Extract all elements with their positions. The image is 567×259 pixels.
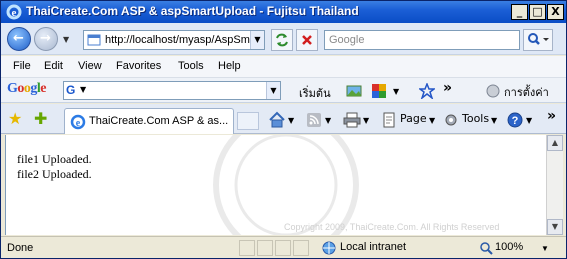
- google-search-input[interactable]: G ▼ ▼: [63, 81, 281, 100]
- zoom-icon: [480, 242, 493, 255]
- watermark-seal: [213, 135, 359, 235]
- favorites-star-icon[interactable]: ★: [8, 111, 22, 127]
- menu-help[interactable]: Help: [218, 60, 241, 72]
- google-apps-icon[interactable]: [371, 83, 387, 99]
- title-bar: e ThaiCreate.Com ASP & aspSmartUpload - …: [1, 1, 566, 23]
- feeds-dropdown-icon[interactable]: ▼: [325, 116, 331, 125]
- google-g-icon: G: [66, 83, 76, 97]
- google-apps-dropdown-icon[interactable]: ▼: [393, 87, 399, 96]
- print-dropdown-icon[interactable]: ▼: [363, 116, 369, 125]
- status-panel-2: [257, 240, 273, 256]
- url-text[interactable]: http://localhost/myasp/AspSm: [105, 34, 255, 46]
- image-search-icon[interactable]: [346, 83, 362, 99]
- svg-text:e: e: [12, 7, 17, 19]
- refresh-button[interactable]: [271, 29, 293, 51]
- tab-page-icon: e: [70, 114, 86, 130]
- ie-icon: e: [6, 4, 22, 20]
- tab-current[interactable]: e ThaiCreate.Com ASP & as...: [64, 108, 234, 134]
- menu-bar: File Edit View Favorites Tools Help: [1, 56, 566, 78]
- address-dropdown-icon[interactable]: ▼: [250, 31, 264, 49]
- vertical-scrollbar[interactable]: ▲ ▼: [546, 135, 563, 235]
- page-menu-icon: [383, 112, 395, 128]
- stop-button[interactable]: [296, 29, 318, 51]
- google-logo: Google: [7, 81, 46, 96]
- status-bar: Done Local intranet 100% ▼: [1, 236, 566, 258]
- maximize-button[interactable]: □: [529, 4, 546, 20]
- page-menu-button[interactable]: Page: [400, 112, 427, 125]
- upload-messages: file1 Uploaded. file2 Uploaded.: [17, 152, 92, 182]
- intranet-zone-icon: [322, 241, 336, 255]
- security-zone[interactable]: Local intranet: [340, 241, 406, 253]
- navigation-bar: ← → ▼ http://localhost/myasp/AspSm ▼ Goo…: [1, 23, 566, 55]
- search-input[interactable]: Google: [324, 30, 520, 50]
- settings-circle-icon: [486, 84, 500, 98]
- status-panel-4: [293, 240, 309, 256]
- menu-tools[interactable]: Tools: [178, 60, 204, 72]
- refresh-icon: [276, 33, 288, 47]
- google-more-button[interactable]: »: [443, 80, 452, 96]
- command-bar: ★ ✚ e ThaiCreate.Com ASP & as... ▼ ▼ ▼ P…: [1, 104, 566, 134]
- scroll-up-icon[interactable]: ▲: [547, 135, 563, 151]
- help-icon[interactable]: ?: [506, 111, 524, 129]
- zoom-dropdown-icon[interactable]: ▼: [541, 244, 549, 253]
- upload-line-2: file2 Uploaded.: [17, 167, 92, 181]
- minimize-button[interactable]: _: [511, 4, 528, 20]
- svg-text:e: e: [76, 118, 81, 129]
- google-search-button[interactable]: เริ่มต้น: [299, 84, 331, 102]
- scroll-down-icon[interactable]: ▼: [547, 219, 563, 235]
- back-arrow-icon: ←: [13, 31, 24, 46]
- menu-view[interactable]: View: [78, 60, 102, 72]
- close-button[interactable]: X: [547, 4, 564, 20]
- tools-gear-icon: [445, 114, 457, 126]
- search-placeholder: Google: [329, 34, 365, 46]
- home-dropdown-icon[interactable]: ▼: [288, 116, 294, 125]
- upload-line-1: file1 Uploaded.: [17, 152, 92, 166]
- window-title: ThaiCreate.Com ASP & aspSmartUpload - Fu…: [26, 4, 359, 18]
- copyright-watermark: Copyright 2009, ThaiCreate.Com. All Righ…: [284, 222, 500, 232]
- help-dropdown-icon[interactable]: ▼: [526, 116, 532, 125]
- status-panel-1: [239, 240, 255, 256]
- status-text: Done: [7, 242, 34, 254]
- svg-text:?: ?: [512, 115, 519, 127]
- history-dropdown-icon[interactable]: ▼: [63, 35, 69, 44]
- menu-file[interactable]: File: [13, 60, 31, 72]
- bookmark-star-icon[interactable]: [419, 83, 435, 99]
- command-more-button[interactable]: »: [547, 108, 556, 124]
- page-icon: [87, 34, 101, 46]
- page-dropdown-icon[interactable]: ▼: [429, 116, 435, 125]
- google-toolbar: Google G ▼ ▼ เริ่มต้น ▼ » การตั้งค่า: [1, 78, 566, 103]
- google-search-dropdown-icon[interactable]: ▼: [266, 82, 280, 99]
- tools-menu-button[interactable]: Tools: [462, 112, 489, 125]
- feeds-icon[interactable]: [306, 112, 322, 128]
- menu-favorites[interactable]: Favorites: [116, 60, 161, 72]
- browser-window: e ThaiCreate.Com ASP & aspSmartUpload - …: [0, 0, 567, 259]
- add-favorite-icon[interactable]: ✚: [34, 111, 47, 127]
- home-icon[interactable]: [268, 111, 286, 129]
- print-icon[interactable]: [343, 112, 361, 128]
- google-g-dropdown-icon[interactable]: ▼: [80, 85, 86, 94]
- forward-arrow-icon: →: [40, 31, 51, 46]
- back-button[interactable]: ←: [7, 27, 31, 51]
- menu-edit[interactable]: Edit: [44, 60, 63, 72]
- forward-button[interactable]: →: [34, 27, 58, 51]
- search-button[interactable]: [523, 29, 553, 51]
- tools-dropdown-icon[interactable]: ▼: [491, 116, 497, 125]
- address-bar[interactable]: http://localhost/myasp/AspSm ▼: [83, 30, 265, 50]
- stop-icon: [302, 35, 312, 45]
- tab-title[interactable]: ThaiCreate.Com ASP & as...: [89, 115, 228, 127]
- zoom-level[interactable]: 100%: [495, 241, 523, 253]
- new-tab-button[interactable]: [237, 112, 259, 130]
- status-panel-3: [275, 240, 291, 256]
- google-settings-button[interactable]: การตั้งค่า: [504, 83, 549, 101]
- page-content: file1 Uploaded. file2 Uploaded. Copyrigh…: [5, 135, 546, 235]
- search-icon: [528, 33, 549, 45]
